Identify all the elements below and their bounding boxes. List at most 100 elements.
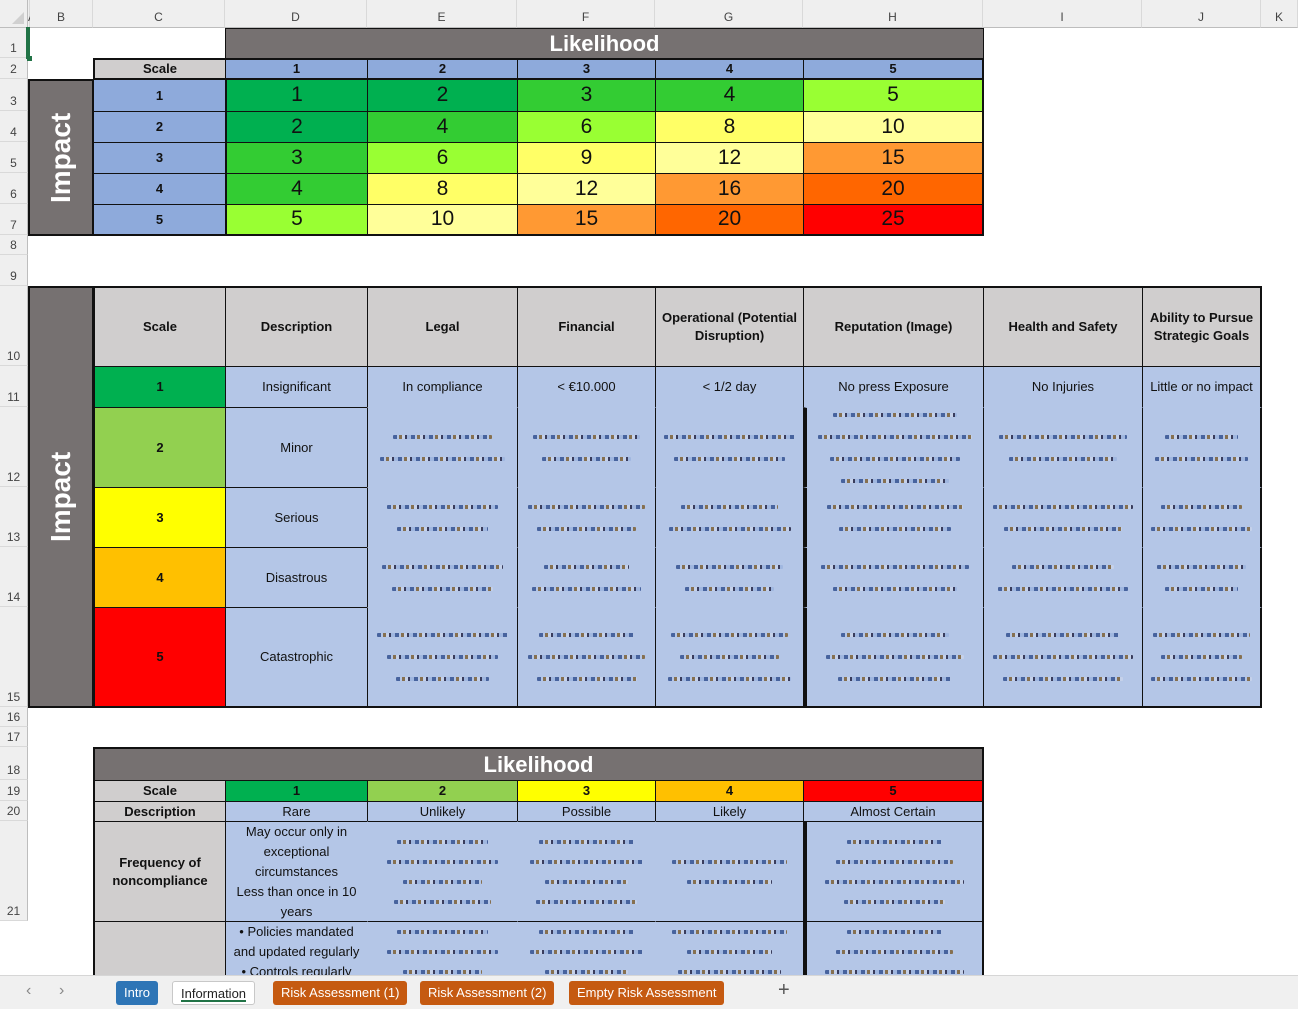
column-header-h[interactable]: H <box>803 0 983 28</box>
redacted-text <box>368 556 517 600</box>
likelihood-frequency-cell: May occur only in exceptional circumstan… <box>225 821 368 922</box>
sheet-tab-risk-assessment-1[interactable]: Risk Assessment (1) <box>273 981 408 1005</box>
impact-health-safety-redacted <box>983 487 1143 548</box>
impact-description: Disastrous <box>225 547 368 608</box>
column-header-d[interactable]: D <box>225 0 367 28</box>
column-header-j[interactable]: J <box>1142 0 1261 28</box>
row-header-20[interactable]: 20 <box>0 801 28 821</box>
likelihood-description: Likely <box>655 801 804 822</box>
matrix-cell: 16 <box>655 173 804 205</box>
likelihood-description: Unlikely <box>367 801 518 822</box>
likelihood-scale-3: 3 <box>517 780 656 802</box>
likelihood-scale-label: Scale <box>93 780 226 802</box>
column-header-c[interactable]: C <box>93 0 225 28</box>
impact-reputation-redacted <box>803 407 984 488</box>
matrix-cell: 8 <box>367 173 518 205</box>
redacted-text <box>1143 556 1260 600</box>
next-sheet-button[interactable]: › <box>59 982 64 1000</box>
row-header-16[interactable]: 16 <box>0 707 28 727</box>
matrix-likelihood-title: Likelihood <box>225 28 984 59</box>
redacted-text <box>807 408 983 487</box>
impact-strategic-redacted <box>1142 487 1262 548</box>
impact-financial-redacted <box>517 487 656 548</box>
row-header-9[interactable]: 9 <box>0 255 28 286</box>
matrix-impact-title: Impact <box>28 79 94 236</box>
row-header-2[interactable]: 2 <box>0 58 28 79</box>
impact-header-description: Description <box>225 286 368 367</box>
spreadsheet-grid[interactable]: ABCDEFGHIJK 1234567891011121314151617181… <box>0 0 1298 975</box>
column-header-g[interactable]: G <box>655 0 803 28</box>
sheet-tab-intro[interactable]: Intro <box>116 981 159 1005</box>
column-header-k[interactable]: K <box>1261 0 1298 28</box>
redacted-text <box>518 426 655 470</box>
likelihood-frequency-redacted <box>803 821 984 922</box>
row-header-18[interactable]: 18 <box>0 747 28 780</box>
likelihood-scale-1: 1 <box>225 780 368 802</box>
redacted-text <box>656 426 803 470</box>
row-header-1[interactable]: 1 <box>0 28 28 58</box>
row-header-15[interactable]: 15 <box>0 607 28 707</box>
redacted-text <box>1143 624 1260 690</box>
matrix-cell: 5 <box>803 79 984 112</box>
row-header-13[interactable]: 13 <box>0 487 28 547</box>
row-header-14[interactable]: 14 <box>0 547 28 607</box>
impact-legal-redacted <box>367 607 518 708</box>
row-header-6[interactable]: 6 <box>0 173 28 204</box>
row-header-4[interactable]: 4 <box>0 111 28 142</box>
likelihood-scale-4: 4 <box>655 780 804 802</box>
impact-financial-redacted <box>517 407 656 488</box>
row-header-12[interactable]: 12 <box>0 407 28 487</box>
impact-financial-cell: < €10.000 <box>517 366 656 408</box>
matrix-cell: 2 <box>225 111 368 143</box>
likelihood-controls-redacted <box>517 921 656 975</box>
matrix-impact-2: 2 <box>93 111 226 143</box>
impact-operational-redacted <box>655 407 804 488</box>
matrix-cell: 9 <box>517 142 656 174</box>
column-header-b[interactable]: B <box>30 0 93 28</box>
prev-sheet-button[interactable]: ‹ <box>26 982 31 1000</box>
sheet-tab-information[interactable]: Information <box>172 981 256 1005</box>
row-header-11[interactable]: 11 <box>0 366 28 407</box>
matrix-cell: 12 <box>655 142 804 174</box>
impact-health-safety-redacted <box>983 607 1143 708</box>
impact-scale-2: 2 <box>93 407 226 488</box>
impact-description: Insignificant <box>225 366 368 408</box>
redacted-text <box>371 832 514 912</box>
matrix-cell: 10 <box>803 111 984 143</box>
matrix-cell: 20 <box>803 173 984 205</box>
likelihood-scale-2: 2 <box>367 780 518 802</box>
impact-legal-redacted <box>367 487 518 548</box>
matrix-cell: 6 <box>517 111 656 143</box>
row-header-17[interactable]: 17 <box>0 727 28 747</box>
impact-header-health-and-safety: Health and Safety <box>983 286 1143 367</box>
column-header-e[interactable]: E <box>367 0 517 28</box>
column-header-i[interactable]: I <box>983 0 1142 28</box>
row-header-5[interactable]: 5 <box>0 142 28 173</box>
impact-scale-5: 5 <box>93 607 226 708</box>
add-sheet-button[interactable]: + <box>778 979 790 1002</box>
selected-cell-indicator <box>26 27 32 61</box>
matrix-cell: 1 <box>225 79 368 112</box>
redacted-text <box>368 624 517 690</box>
row-header-21[interactable]: 21 <box>0 821 28 921</box>
likelihood-description-label: Description <box>93 801 226 822</box>
row-header-19[interactable]: 19 <box>0 780 28 801</box>
row-header-7[interactable]: 7 <box>0 204 28 235</box>
matrix-likelihood-5: 5 <box>803 58 984 80</box>
sheet-tab-risk-assessment-2[interactable]: Risk Assessment (2) <box>420 981 555 1005</box>
impact-scale-1: 1 <box>93 366 226 408</box>
column-header-f[interactable]: F <box>517 0 655 28</box>
redacted-text <box>984 624 1142 690</box>
redacted-text <box>659 852 800 892</box>
matrix-impact-3: 3 <box>93 142 226 174</box>
row-header-10[interactable]: 10 <box>0 286 28 366</box>
impact-operational-cell: < 1/2 day <box>655 366 804 408</box>
redacted-text <box>1143 426 1260 470</box>
impact-header-operational-potential-disruption: Operational (Potential Disruption) <box>655 286 804 367</box>
sheet-tab-empty-risk-assessment[interactable]: Empty Risk Assessment <box>569 981 725 1005</box>
matrix-cell: 10 <box>367 204 518 236</box>
row-header-3[interactable]: 3 <box>0 79 28 111</box>
select-all-corner[interactable] <box>0 0 28 28</box>
row-header-8[interactable]: 8 <box>0 235 28 255</box>
impact-health-safety-redacted <box>983 407 1143 488</box>
